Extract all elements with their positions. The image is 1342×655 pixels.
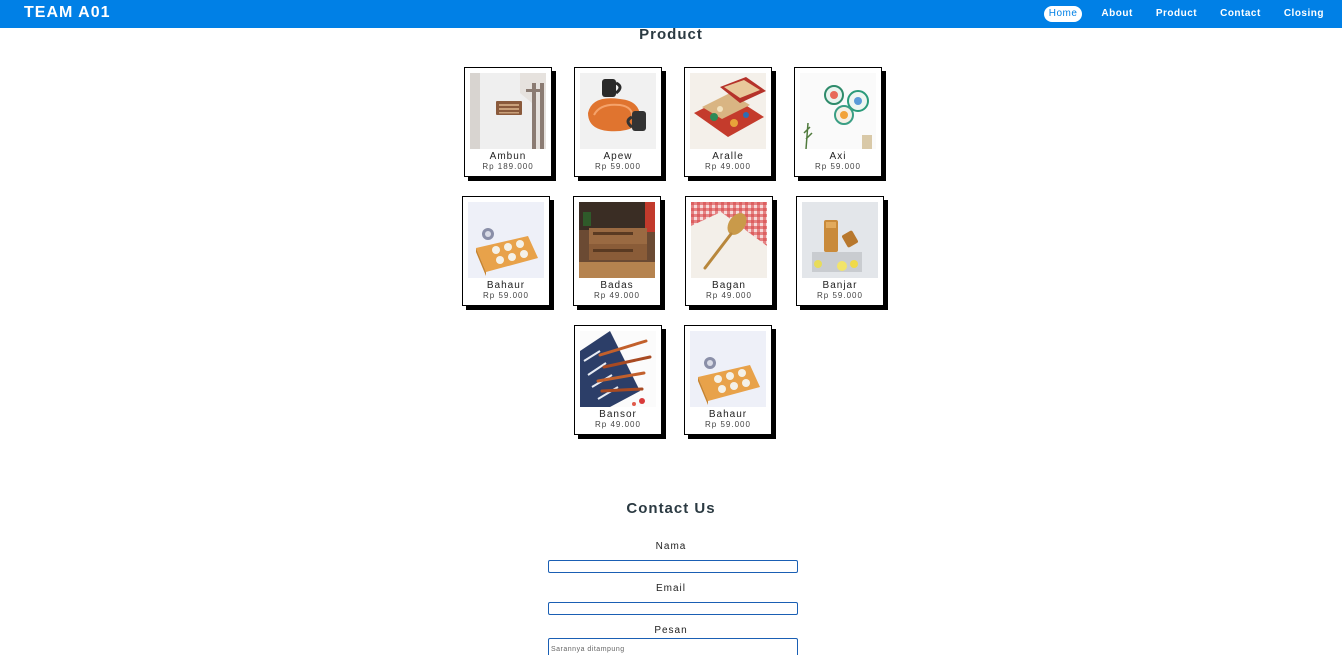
product-image [580,331,656,407]
brand-logo[interactable]: TEAM A01 [24,4,111,22]
product-name: Badas [600,280,634,291]
product-price: Rp 59.000 [815,162,861,171]
email-label: Email [655,583,686,594]
product-price: Rp 59.000 [705,420,751,429]
product-image [468,202,544,278]
product-section-title: Product [639,26,703,43]
product-image [690,331,766,407]
product-name: Banjar [822,280,858,291]
nav-closing[interactable]: Closing [1280,6,1328,22]
product-image [690,73,766,149]
product-name: Bagan [712,280,746,291]
nav-product[interactable]: Product [1152,6,1201,22]
product-price: Rp 189.000 [482,162,534,171]
top-navbar: TEAM A01 Home About Product Contact Clos… [0,0,1342,28]
product-image [800,73,876,149]
message-field[interactable]: Sarannya ditampung [548,638,798,655]
product-card-bahaur[interactable]: Bahaur Rp 59.000 [462,196,550,306]
product-card-badas[interactable]: Badas Rp 49.000 [573,196,661,306]
product-card-banjar[interactable]: Banjar Rp 59.000 [796,196,884,306]
product-image [691,202,767,278]
product-name: Axi [829,151,847,162]
product-card-axi[interactable]: Axi Rp 59.000 [794,67,882,177]
name-label: Nama [655,541,687,552]
product-card-ambun[interactable]: Ambun Rp 189.000 [464,67,552,177]
product-name: Aralle [712,151,744,162]
product-price: Rp 49.000 [705,162,751,171]
message-placeholder: Sarannya ditampung [551,646,625,653]
nav-home[interactable]: Home [1043,6,1083,22]
product-image [579,202,655,278]
product-name: Apew [603,151,633,162]
product-image [470,73,546,149]
nav-links: Home About Product Contact Closing [1029,6,1328,22]
product-image [802,202,878,278]
name-field[interactable] [548,560,798,573]
contact-section-title: Contact Us [626,500,716,517]
product-name: Bahaur [486,280,526,291]
product-name: Bansor [599,409,637,420]
product-card-bahaur-2[interactable]: Bahaur Rp 59.000 [684,325,772,435]
email-field[interactable] [548,602,798,615]
product-card-bagan[interactable]: Bagan Rp 49.000 [685,196,773,306]
message-label: Pesan [654,625,688,636]
nav-contact[interactable]: Contact [1216,6,1265,22]
product-price: Rp 59.000 [483,291,529,300]
product-card-apew[interactable]: Apew Rp 59.000 [574,67,662,177]
product-price: Rp 59.000 [817,291,863,300]
product-price: Rp 49.000 [595,420,641,429]
product-image [580,73,656,149]
product-price: Rp 49.000 [594,291,640,300]
nav-about[interactable]: About [1097,6,1136,22]
product-card-aralle[interactable]: Aralle Rp 49.000 [684,67,772,177]
product-card-bansor[interactable]: Bansor Rp 49.000 [574,325,662,435]
product-name: Bahaur [708,409,748,420]
product-name: Ambun [489,151,527,162]
product-price: Rp 59.000 [595,162,641,171]
product-price: Rp 49.000 [706,291,752,300]
